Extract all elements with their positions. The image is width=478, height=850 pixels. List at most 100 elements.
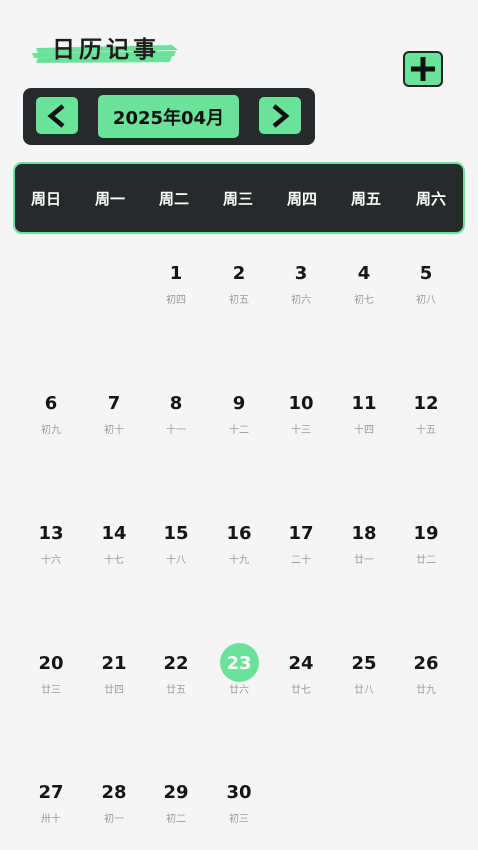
day-cell[interactable]: 16 十九 [211, 512, 267, 568]
lunar-date: 十二 [229, 425, 249, 436]
next-month-button[interactable] [259, 97, 301, 134]
lunar-date: 初五 [229, 295, 249, 306]
lunar-date: 初一 [104, 814, 124, 825]
day-number: 28 [101, 782, 127, 803]
day-cell[interactable]: 4 初七 [336, 252, 392, 308]
day-number: 13 [38, 523, 64, 544]
lunar-date: 廿四 [104, 685, 124, 696]
day-cell[interactable]: 1 初四 [148, 252, 204, 308]
lunar-date: 十一 [166, 425, 186, 436]
day-number: 15 [163, 523, 189, 544]
lunar-date: 廿二 [416, 555, 436, 566]
day-number: 19 [413, 523, 439, 544]
lunar-date: 廿一 [354, 555, 374, 566]
day-cell[interactable]: 29 初二 [148, 771, 204, 827]
day-cell[interactable]: 18 廿一 [336, 512, 392, 568]
weekday-fri: 周五 [350, 189, 381, 208]
day-number: 26 [413, 653, 439, 674]
day-number: 18 [351, 523, 377, 544]
day-cell[interactable]: 19 廿二 [398, 512, 454, 568]
lunar-date: 卅十 [41, 814, 61, 825]
lunar-date: 廿三 [41, 685, 61, 696]
lunar-date: 初四 [166, 295, 186, 306]
lunar-date: 初八 [416, 295, 436, 306]
day-number: 24 [288, 653, 314, 674]
day-number: 5 [419, 263, 433, 284]
weekday-sun: 周日 [30, 189, 61, 208]
weekday-tue: 周二 [158, 189, 189, 208]
lunar-date: 初十 [104, 425, 124, 436]
plus-icon [411, 57, 435, 81]
lunar-date: 初九 [41, 425, 61, 436]
lunar-date: 初二 [166, 814, 186, 825]
lunar-date: 初三 [229, 814, 249, 825]
day-number: 22 [163, 653, 189, 674]
lunar-date: 初六 [291, 295, 311, 306]
day-cell[interactable]: 21 廿四 [86, 642, 142, 698]
day-number: 4 [357, 263, 371, 284]
current-month-label[interactable]: 2025年04月 [98, 95, 239, 138]
prev-month-button[interactable] [36, 97, 78, 134]
day-cell[interactable]: 24 廿七 [273, 642, 329, 698]
day-cell[interactable]: 17 二十 [273, 512, 329, 568]
lunar-date: 十四 [354, 425, 374, 436]
day-cell[interactable]: 5 初八 [398, 252, 454, 308]
day-cell[interactable]: 26 廿九 [398, 642, 454, 698]
day-cell[interactable]: 30 初三 [211, 771, 267, 827]
day-cell[interactable]: 3 初六 [273, 252, 329, 308]
day-cell[interactable]: 9 十二 [211, 382, 267, 438]
day-number: 9 [232, 393, 246, 414]
weekday-sat: 周六 [415, 189, 446, 208]
chevron-right-icon [272, 103, 290, 128]
day-cell[interactable]: 11 十四 [336, 382, 392, 438]
day-cell[interactable]: 22 廿五 [148, 642, 204, 698]
day-number: 2 [232, 263, 246, 284]
day-cell-today[interactable]: 23 廿六 [211, 642, 267, 698]
day-number: 12 [413, 393, 439, 414]
day-cell[interactable]: 13 十六 [23, 512, 79, 568]
lunar-date: 廿六 [229, 685, 249, 696]
day-cell[interactable]: 28 初一 [86, 771, 142, 827]
weekday-mon: 周一 [94, 189, 125, 208]
day-number: 10 [288, 393, 314, 414]
day-cell[interactable]: 25 廿八 [336, 642, 392, 698]
day-number: 27 [38, 782, 64, 803]
lunar-date: 十五 [416, 425, 436, 436]
lunar-date: 十九 [229, 555, 249, 566]
lunar-date: 二十 [291, 555, 311, 566]
day-number: 3 [294, 263, 308, 284]
day-cell[interactable]: 14 十七 [86, 512, 142, 568]
day-number: 14 [101, 523, 127, 544]
day-cell[interactable]: 2 初五 [211, 252, 267, 308]
day-cell[interactable]: 15 十八 [148, 512, 204, 568]
day-cell[interactable]: 12 十五 [398, 382, 454, 438]
day-number: 1 [169, 263, 183, 284]
day-cell[interactable]: 8 十一 [148, 382, 204, 438]
weekday-thu: 周四 [286, 189, 317, 208]
day-number: 6 [44, 393, 58, 414]
day-cell[interactable]: 27 卅十 [23, 771, 79, 827]
weekday-wed: 周三 [222, 189, 253, 208]
app-title-block: 日历记事 [30, 28, 180, 70]
lunar-date: 十六 [41, 555, 61, 566]
day-cell[interactable]: 7 初十 [86, 382, 142, 438]
lunar-date: 初七 [354, 295, 374, 306]
lunar-date: 十三 [291, 425, 311, 436]
day-number: 23 [226, 653, 252, 674]
add-event-button[interactable] [403, 51, 443, 87]
day-cell[interactable]: 6 初九 [23, 382, 79, 438]
lunar-date: 廿八 [354, 685, 374, 696]
day-number: 21 [101, 653, 127, 674]
weekday-header: 周日 周一 周二 周三 周四 周五 周六 [13, 162, 465, 234]
lunar-date: 廿五 [166, 685, 186, 696]
lunar-date: 十八 [166, 555, 186, 566]
month-navigator: 2025年04月 [23, 88, 315, 145]
day-cell[interactable]: 20 廿三 [23, 642, 79, 698]
chevron-left-icon [47, 103, 65, 128]
day-number: 29 [163, 782, 189, 803]
app-title: 日历记事 [52, 37, 160, 63]
day-cell[interactable]: 10 十三 [273, 382, 329, 438]
lunar-date: 廿七 [291, 685, 311, 696]
day-number: 16 [226, 523, 252, 544]
day-number: 7 [107, 393, 121, 414]
